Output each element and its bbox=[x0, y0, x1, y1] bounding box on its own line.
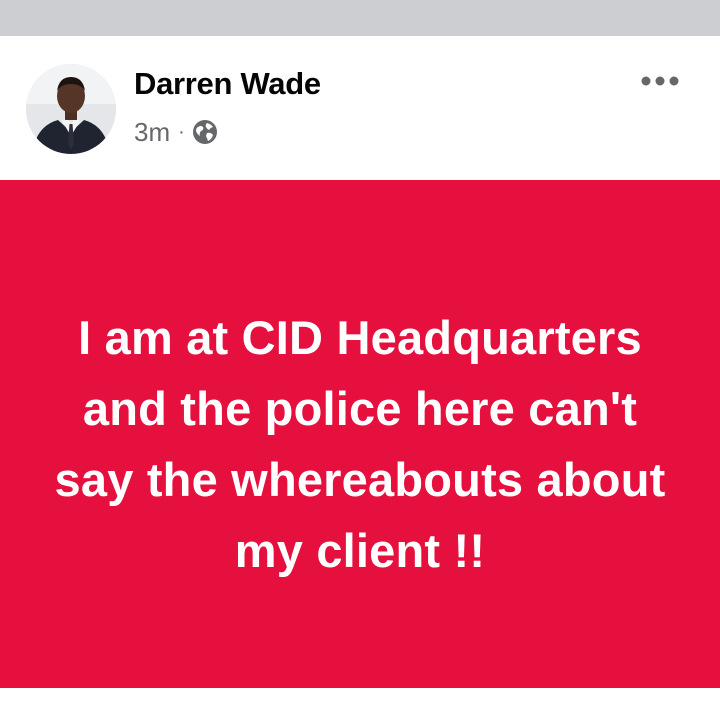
meta-separator: · bbox=[178, 121, 185, 143]
post-footer bbox=[0, 688, 720, 718]
feed-divider bbox=[0, 0, 720, 36]
author-name[interactable]: Darren Wade bbox=[134, 66, 321, 102]
post-meta: 3m · bbox=[134, 116, 218, 148]
more-horizontal-icon[interactable] bbox=[640, 74, 680, 86]
globe-icon[interactable] bbox=[192, 119, 218, 145]
post-background: I am at CID Headquarters and the police … bbox=[0, 180, 720, 688]
avatar-image bbox=[26, 64, 116, 154]
post-text: I am at CID Headquarters and the police … bbox=[54, 311, 666, 577]
timestamp[interactable]: 3m bbox=[134, 117, 170, 148]
post-header: Darren Wade 3m · bbox=[0, 36, 720, 180]
avatar[interactable] bbox=[26, 64, 116, 154]
